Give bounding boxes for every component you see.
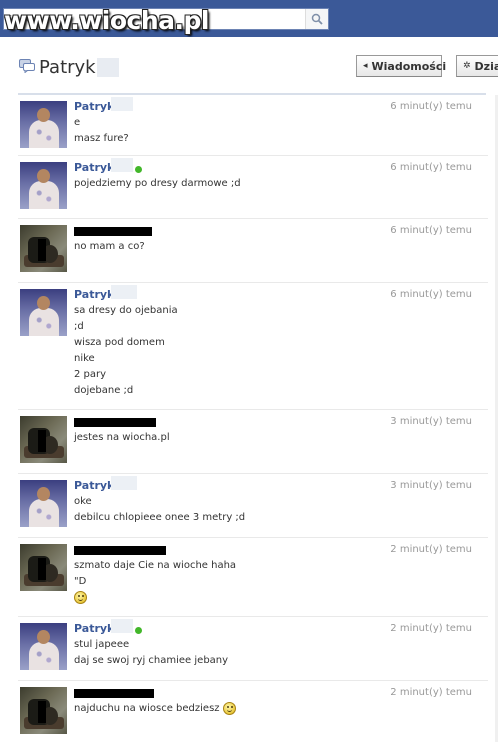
redacted-sender-name <box>74 689 154 698</box>
gear-icon: ✲ <box>463 61 471 71</box>
avatar[interactable] <box>20 544 67 591</box>
message-body: stul japeee daj se swoj ryj chamiee jeba… <box>74 637 228 669</box>
message-line: e <box>74 117 81 128</box>
message-item: Patryk 6 minut(y) temu pojedziemy po dre… <box>18 156 488 219</box>
search-icon <box>311 13 323 25</box>
message-body: najduchu na wiosce bedziesz <box>74 701 236 717</box>
timestamp: 6 minut(y) temu <box>390 101 472 112</box>
search-button[interactable] <box>305 9 328 29</box>
sender-name[interactable]: Patryk <box>74 622 114 635</box>
avatar[interactable] <box>20 687 67 734</box>
message-line: 2 pary <box>74 369 107 380</box>
message-line: ;d <box>74 321 84 332</box>
timestamp: 2 minut(y) temu <box>390 544 472 555</box>
sender-name[interactable]: Patryk <box>74 100 114 113</box>
timestamp: 3 minut(y) temu <box>390 416 472 427</box>
message-body: pojedziemy po dresy darmowe ;d <box>74 176 241 192</box>
timestamp: 6 minut(y) temu <box>390 289 472 300</box>
timestamp: 3 minut(y) temu <box>390 480 472 491</box>
sender-name[interactable]: Patryk <box>74 479 114 492</box>
back-button-label: Wiadomości <box>371 59 447 73</box>
timestamp: 2 minut(y) temu <box>390 623 472 634</box>
message-line: najduchu na wiosce bedziesz <box>74 703 220 714</box>
message-line: dojebane ;d <box>74 385 134 396</box>
avatar[interactable] <box>20 225 67 272</box>
message-item: 2 minut(y) temu szmato daje Cie na wioch… <box>18 538 488 617</box>
avatar[interactable] <box>20 480 67 527</box>
watermark-logo: www.wiocha.pl <box>4 6 209 35</box>
message-body: szmato daje Cie na wioche haha "D <box>74 558 236 606</box>
message-line: jestes na wiocha.pl <box>74 432 170 443</box>
sender-name[interactable]: Patryk <box>74 288 114 301</box>
top-bar: www.wiocha.pl <box>0 0 498 37</box>
redacted-sender-name <box>74 418 156 427</box>
redacted-sender-name <box>74 227 152 236</box>
message-line: masz fure? <box>74 133 129 144</box>
timestamp: 6 minut(y) temu <box>390 162 472 173</box>
message-line: nike <box>74 353 95 364</box>
online-dot-icon <box>135 627 142 634</box>
timestamp: 2 minut(y) temu <box>390 687 472 698</box>
message-item: Patryk 6 minut(y) temu e masz fure? <box>18 95 488 156</box>
actions-button[interactable]: ✲ Dzia <box>456 55 498 77</box>
blurred-surname <box>111 285 137 299</box>
sender-name[interactable]: Patryk <box>74 161 114 174</box>
message-line: "D <box>74 576 87 587</box>
online-dot-icon <box>135 166 142 173</box>
message-line: debilcu chlopieee onee 3 metry ;d <box>74 512 246 523</box>
smiley-icon <box>222 701 236 715</box>
message-line: szmato daje Cie na wioche haha <box>74 560 237 571</box>
message-body: no mam a co? <box>74 239 145 255</box>
message-line: stul japeee <box>74 639 130 650</box>
avatar[interactable] <box>20 289 67 336</box>
message-line: no mam a co? <box>74 241 145 252</box>
message-item: Patryk 6 minut(y) temu sa dresy do ojeba… <box>18 283 488 410</box>
blurred-surname <box>111 619 133 633</box>
message-line: sa dresy do ojebania <box>74 305 178 316</box>
avatar[interactable] <box>20 623 67 670</box>
message-line: wisza pod domem <box>74 337 165 348</box>
message-item: Patryk 2 minut(y) temu stul japeee daj s… <box>18 617 488 681</box>
conversation-icon <box>19 59 35 73</box>
actions-button-label: Dzia <box>474 59 498 73</box>
avatar[interactable] <box>20 101 67 148</box>
conversation-header: Patryk ◂ Wiadomości ✲ Dzia <box>0 37 498 95</box>
message-body: oke debilcu chlopieee onee 3 metry ;d <box>74 494 245 526</box>
avatar[interactable] <box>20 416 67 463</box>
smiley-icon <box>74 590 87 604</box>
message-body: jestes na wiocha.pl <box>74 430 170 446</box>
blurred-surname <box>111 158 133 172</box>
blurred-surname <box>97 58 119 77</box>
message-line: oke <box>74 496 92 507</box>
chevron-left-icon: ◂ <box>363 61 368 71</box>
message-item: 3 minut(y) temu jestes na wiocha.pl <box>18 410 488 474</box>
message-body: sa dresy do ojebania ;d wisza pod domem … <box>74 303 178 399</box>
avatar[interactable] <box>20 162 67 209</box>
page-title: Patryk <box>39 57 96 78</box>
back-to-messages-button[interactable]: ◂ Wiadomości <box>356 55 446 77</box>
message-line: daj se swoj ryj chamiee jebany <box>74 655 229 666</box>
message-line: pojedziemy po dresy darmowe ;d <box>74 178 241 189</box>
message-item: 2 minut(y) temu najduchu na wiosce bedzi… <box>18 681 488 742</box>
message-item: Patryk 3 minut(y) temu oke debilcu chlop… <box>18 474 488 538</box>
timestamp: 6 minut(y) temu <box>390 225 472 236</box>
redacted-sender-name <box>74 546 166 555</box>
blurred-surname <box>111 476 137 490</box>
message-item: 6 minut(y) temu no mam a co? <box>18 219 488 283</box>
blurred-surname <box>111 97 133 111</box>
message-body: e masz fure? <box>74 115 129 147</box>
